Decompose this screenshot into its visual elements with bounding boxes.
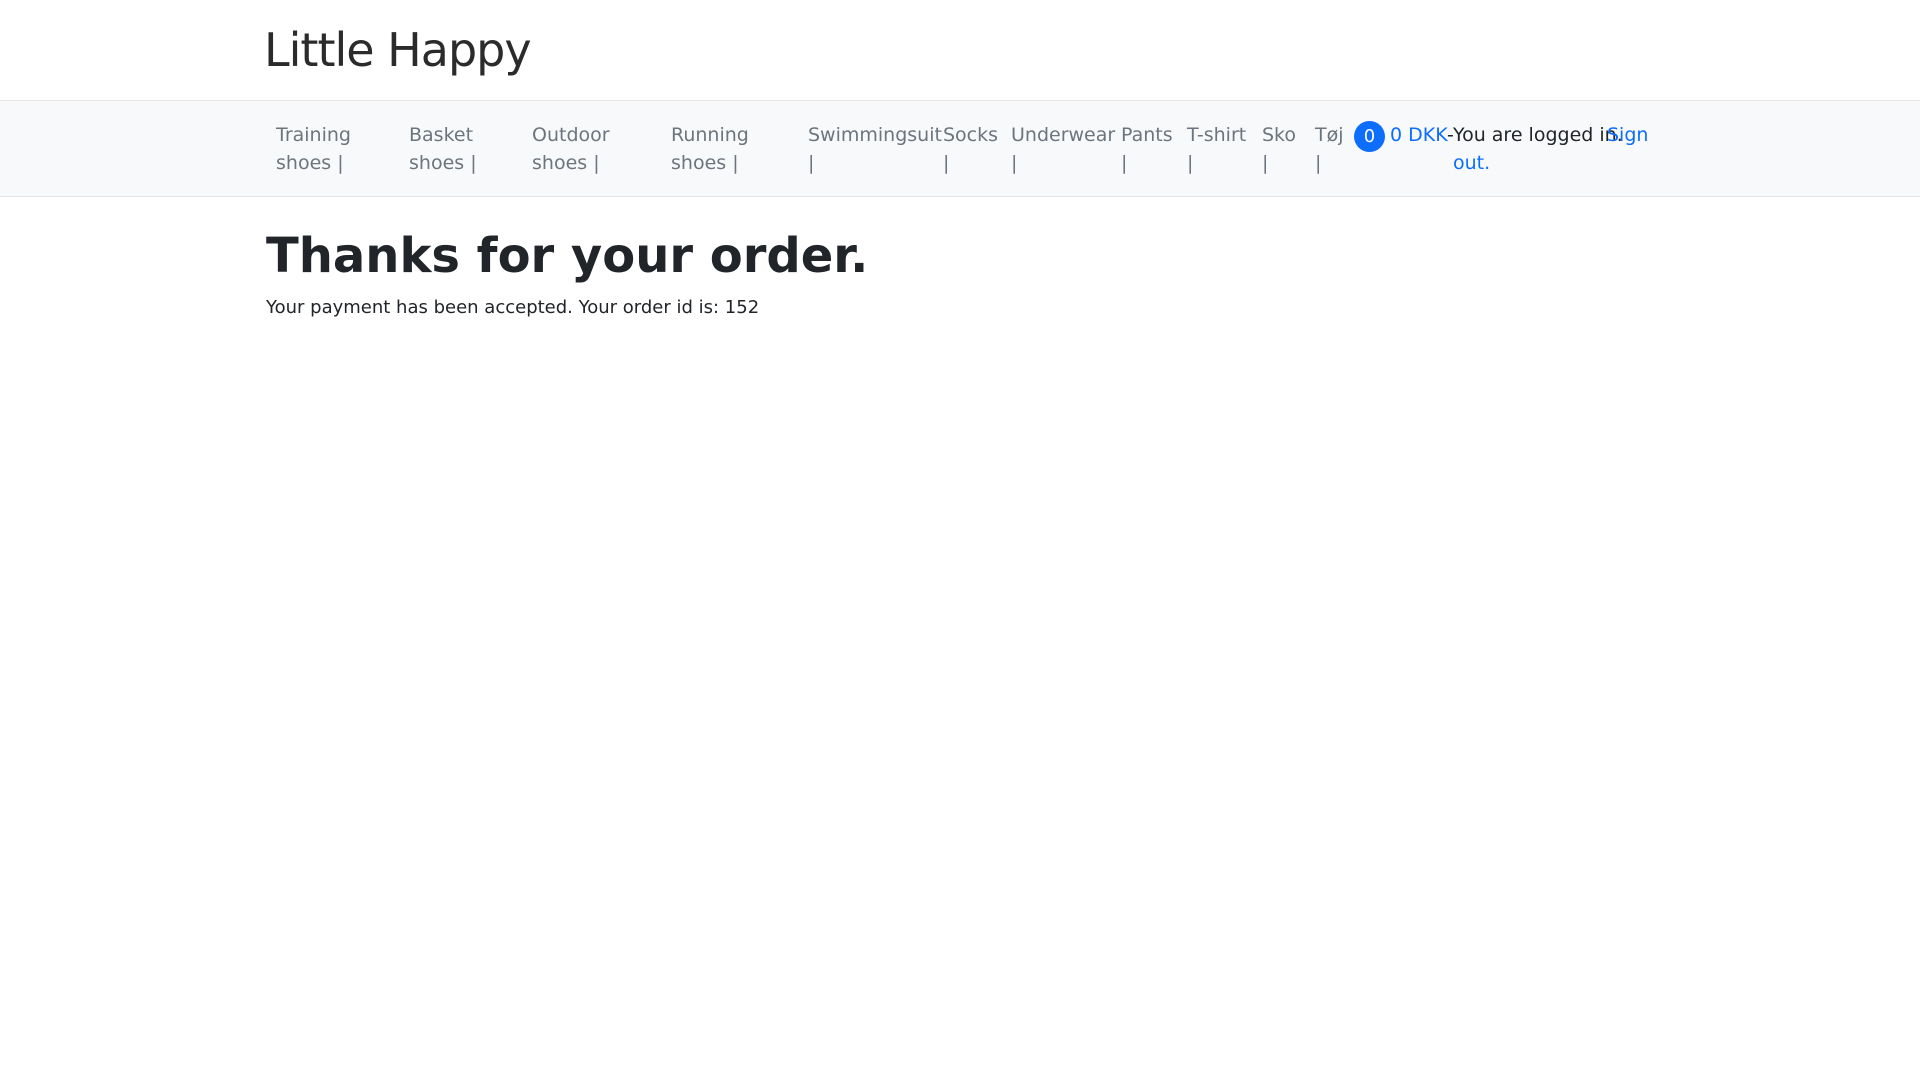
nav-item-t-shirt[interactable]: T-shirt | xyxy=(1187,121,1246,177)
main-navbar: Training shoes | Basket shoes | Outdoor … xyxy=(0,101,1920,197)
nav-item-label: Sko xyxy=(1262,124,1297,146)
nav-item-label: shoes | xyxy=(532,152,600,174)
nav-item-toj[interactable]: Tøj | xyxy=(1315,121,1344,177)
order-confirmation: Thanks for your order. Your payment has … xyxy=(266,224,868,320)
nav-item-label: shoes | xyxy=(276,152,344,174)
nav-item-label: shoes | xyxy=(671,152,739,174)
order-confirmation-message: Your payment has been accepted. Your ord… xyxy=(266,297,760,318)
nav-item-label: | xyxy=(1315,152,1322,174)
nav-item-label: Basket xyxy=(409,124,474,146)
nav-item-label: | xyxy=(1187,152,1194,174)
nav-item-label: Socks xyxy=(943,124,999,146)
site-logo[interactable]: Little Happy xyxy=(264,22,532,78)
site-header: Little Happy xyxy=(0,0,1920,101)
nav-item-label: | xyxy=(1121,152,1128,174)
nav-item-label: Running xyxy=(671,124,749,146)
nav-item-pants[interactable]: Pants | xyxy=(1121,121,1173,177)
nav-item-sko[interactable]: Sko | xyxy=(1262,121,1296,177)
sign-out-link[interactable]: Sign xyxy=(1607,121,1648,149)
sign-out-link-continued[interactable]: out. xyxy=(1453,149,1490,177)
cart-total-link[interactable]: 0 DKK xyxy=(1390,121,1448,149)
nav-item-label: Tøj xyxy=(1315,124,1344,146)
nav-item-label: | xyxy=(808,152,815,174)
nav-item-underwear[interactable]: Underwear | xyxy=(1011,121,1115,177)
nav-item-label: | xyxy=(943,152,950,174)
nav-item-outdoor-shoes[interactable]: Outdoor shoes | xyxy=(532,121,610,177)
nav-item-label: shoes | xyxy=(409,152,477,174)
nav-item-training-shoes[interactable]: Training shoes | xyxy=(276,121,351,177)
nav-item-label: T-shirt xyxy=(1187,124,1247,146)
nav-item-socks[interactable]: Socks | xyxy=(943,121,998,177)
nav-item-label: Outdoor xyxy=(532,124,610,146)
login-status-text: You are logged in. xyxy=(1453,124,1623,146)
logo-text: Little Happy xyxy=(264,23,532,77)
nav-item-label: | xyxy=(1011,152,1018,174)
nav-item-label: Pants xyxy=(1121,124,1173,146)
nav-item-basket-shoes[interactable]: Basket shoes | xyxy=(409,121,477,177)
nav-item-label: Training xyxy=(276,124,351,146)
nav-item-label: | xyxy=(1262,152,1269,174)
cart-count-badge[interactable]: 0 xyxy=(1354,121,1385,152)
nav-item-running-shoes[interactable]: Running shoes | xyxy=(671,121,749,177)
nav-item-label: Underwear xyxy=(1011,124,1116,146)
page-title: Thanks for your order. xyxy=(266,228,869,284)
nav-item-label: Swimmingsuit xyxy=(808,124,942,146)
nav-item-swimmingsuit[interactable]: Swimmingsuit | xyxy=(808,121,942,177)
